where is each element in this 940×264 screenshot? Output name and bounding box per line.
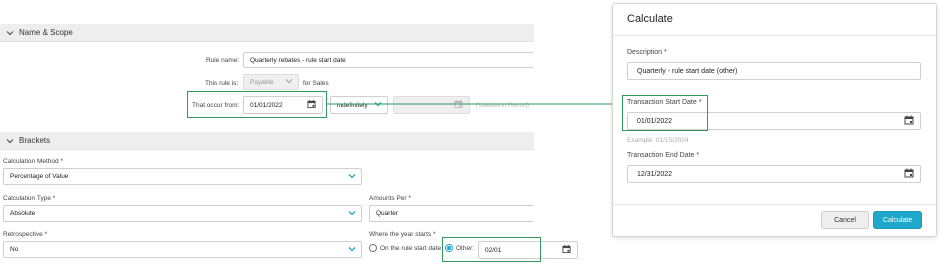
calc-type-select[interactable]: Absolute [3, 205, 362, 222]
rule-is-value: Payable [250, 78, 274, 86]
end-date-input[interactable]: 12/31/2022 [627, 165, 921, 183]
dialog-footer-divider [613, 204, 936, 205]
chevron-down-icon [5, 28, 15, 38]
calc-method-select[interactable]: Percentage of Value [3, 168, 362, 185]
rule-is-label: This rule is: [205, 80, 239, 87]
dialog-title: Calculate [627, 13, 673, 25]
amounts-per-label: Amounts Per * [369, 195, 411, 202]
rule-name-input[interactable]: Quarterly rebates - rule start date [243, 52, 534, 68]
year-starts-label: Where the year starts * [369, 231, 436, 238]
highlight-start-date [622, 95, 708, 131]
rule-is-select: Payable [243, 74, 299, 90]
calendar-icon[interactable] [904, 115, 914, 127]
calculate-button[interactable]: Calculate [873, 211, 922, 229]
chevron-down-icon [348, 173, 356, 181]
radio-rule-start-label: On the rule start date [380, 244, 442, 252]
start-date-example: Example: 01/15/2024 [627, 137, 689, 144]
end-date-value: 12/31/2022 [637, 170, 673, 178]
calc-method-label: Calculation Method * [3, 158, 63, 165]
description-label: Description * [627, 49, 667, 56]
retrospective-label: Retrospective * [3, 231, 48, 238]
cancel-button[interactable]: Cancel [821, 211, 869, 229]
chevron-down-icon [5, 136, 15, 146]
rule-name-label: Rule name: [206, 57, 240, 64]
calc-type-label: Calculation Type * [3, 195, 56, 202]
description-input[interactable]: Quarterly - rule start date (other) [627, 62, 921, 80]
section-name-scope-header[interactable]: Name & Scope [0, 24, 534, 42]
radio-rule-start-date[interactable]: On the rule start date [369, 244, 441, 252]
calendar-icon[interactable] [904, 168, 914, 180]
chevron-down-icon [285, 78, 293, 86]
section-brackets-header[interactable]: Brackets [0, 132, 534, 150]
section-title: Name & Scope [19, 28, 73, 37]
amounts-per-input[interactable]: Quarter [369, 205, 534, 222]
chevron-down-icon [348, 210, 356, 218]
section-title: Brackets [19, 136, 51, 145]
end-date-label: Transaction End Date * [627, 152, 700, 159]
calendar-icon[interactable] [562, 244, 571, 256]
dialog-header-divider [613, 35, 936, 36]
radio-unchecked-icon [369, 244, 377, 252]
retrospective-value: No [10, 246, 19, 253]
chevron-down-icon [348, 246, 356, 254]
highlight-occur-from [187, 91, 327, 118]
calc-method-value: Percentage of Value [10, 173, 69, 180]
calc-type-value: Absolute [10, 210, 36, 217]
retrospective-select[interactable]: No [3, 241, 362, 258]
connector-arrow [326, 100, 625, 108]
highlight-other-date [442, 237, 541, 262]
rule-is-suffix: for Sales [303, 80, 329, 87]
